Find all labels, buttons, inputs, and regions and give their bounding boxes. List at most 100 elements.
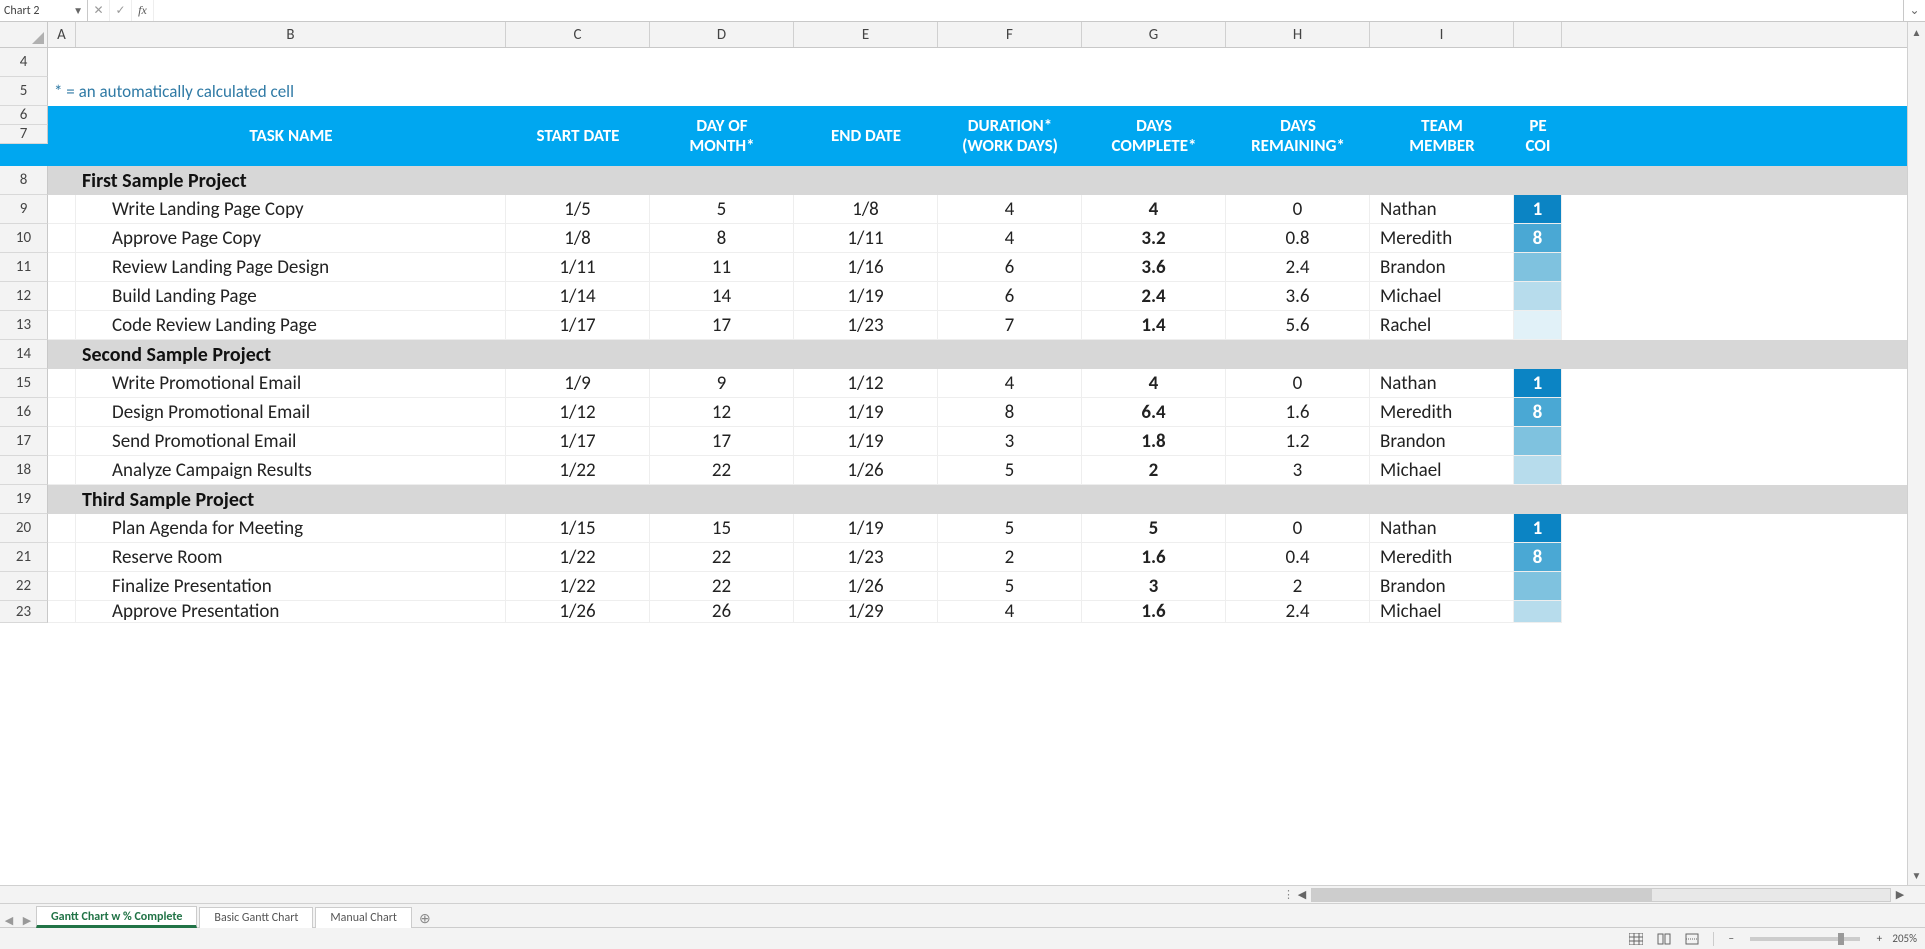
duration[interactable]: 6 xyxy=(938,253,1082,282)
start-date[interactable]: 1/14 xyxy=(506,282,650,311)
row-header-13[interactable]: 13 xyxy=(0,311,48,340)
team-member[interactable]: Nathan xyxy=(1370,369,1514,398)
day-of-month[interactable]: 22 xyxy=(650,456,794,485)
team-member[interactable]: Brandon xyxy=(1370,427,1514,456)
duration[interactable]: 5 xyxy=(938,456,1082,485)
duration[interactable]: 5 xyxy=(938,572,1082,601)
add-sheet-button[interactable]: ⊕ xyxy=(414,910,436,927)
percent-complete-cell[interactable]: 8 xyxy=(1514,543,1562,572)
task-name[interactable]: Plan Agenda for Meeting xyxy=(76,514,506,543)
day-of-month[interactable]: 14 xyxy=(650,282,794,311)
col-header-I[interactable]: I xyxy=(1370,22,1514,47)
end-date[interactable]: 1/16 xyxy=(794,253,938,282)
header-dur[interactable]: DURATION*(WORK DAYS) xyxy=(938,106,1082,166)
cell[interactable] xyxy=(1514,48,1562,77)
day-of-month[interactable]: 9 xyxy=(650,369,794,398)
page-layout-view-button[interactable] xyxy=(1653,931,1675,947)
days-complete[interactable]: 4 xyxy=(1082,369,1226,398)
task-name[interactable]: Build Landing Page xyxy=(76,282,506,311)
day-of-month[interactable]: 8 xyxy=(650,224,794,253)
start-date[interactable]: 1/26 xyxy=(506,601,650,623)
days-complete[interactable]: 3.6 xyxy=(1082,253,1226,282)
tab-nav-prev-icon[interactable]: ◀ xyxy=(0,914,18,927)
percent-complete-cell[interactable] xyxy=(1514,311,1562,340)
end-date[interactable]: 1/29 xyxy=(794,601,938,623)
end-date[interactable]: 1/11 xyxy=(794,224,938,253)
cell[interactable] xyxy=(1226,48,1370,77)
header-end[interactable]: END DATE xyxy=(794,106,938,166)
col-header-F[interactable]: F xyxy=(938,22,1082,47)
cell[interactable] xyxy=(48,485,76,514)
cell[interactable] xyxy=(506,48,650,77)
day-of-month[interactable]: 17 xyxy=(650,427,794,456)
end-date[interactable]: 1/19 xyxy=(794,282,938,311)
select-all-corner[interactable] xyxy=(0,22,48,47)
col-header-J[interactable] xyxy=(1514,22,1562,47)
day-of-month[interactable]: 5 xyxy=(650,195,794,224)
normal-view-button[interactable] xyxy=(1625,931,1647,947)
duration[interactable]: 6 xyxy=(938,282,1082,311)
col-header-H[interactable]: H xyxy=(1226,22,1370,47)
col-header-E[interactable]: E xyxy=(794,22,938,47)
start-date[interactable]: 1/22 xyxy=(506,543,650,572)
end-date[interactable]: 1/12 xyxy=(794,369,938,398)
col-header-G[interactable]: G xyxy=(1082,22,1226,47)
team-member[interactable]: Meredith xyxy=(1370,543,1514,572)
team-member[interactable]: Meredith xyxy=(1370,398,1514,427)
days-remaining[interactable]: 2.4 xyxy=(1226,253,1370,282)
duration[interactable]: 7 xyxy=(938,311,1082,340)
start-date[interactable]: 1/22 xyxy=(506,572,650,601)
percent-complete-cell[interactable] xyxy=(1514,427,1562,456)
day-of-month[interactable]: 15 xyxy=(650,514,794,543)
team-member[interactable]: Michael xyxy=(1370,282,1514,311)
sheet-tab-basic-gantt[interactable]: Basic Gantt Chart xyxy=(199,907,313,928)
project-title[interactable]: First Sample Project xyxy=(76,166,1907,195)
enter-formula-button[interactable]: ✓ xyxy=(110,0,132,21)
cell[interactable] xyxy=(1082,48,1226,77)
row-header-10[interactable]: 10 xyxy=(0,224,48,253)
days-remaining[interactable]: 0.4 xyxy=(1226,543,1370,572)
cell[interactable] xyxy=(48,572,76,601)
page-break-view-button[interactable] xyxy=(1681,931,1703,947)
cell[interactable] xyxy=(1370,48,1514,77)
row-header-14[interactable]: 14 xyxy=(0,340,48,369)
days-remaining[interactable]: 2.4 xyxy=(1226,601,1370,623)
team-member[interactable]: Nathan xyxy=(1370,195,1514,224)
day-of-month[interactable]: 11 xyxy=(650,253,794,282)
day-of-month[interactable]: 22 xyxy=(650,572,794,601)
duration[interactable]: 4 xyxy=(938,601,1082,623)
cell[interactable] xyxy=(48,514,76,543)
start-date[interactable]: 1/5 xyxy=(506,195,650,224)
team-member[interactable]: Michael xyxy=(1370,456,1514,485)
row-header-17[interactable]: 17 xyxy=(0,427,48,456)
scroll-down-icon[interactable]: ▼ xyxy=(1908,865,1925,885)
row-header-7[interactable]: 7 xyxy=(0,125,48,144)
end-date[interactable]: 1/8 xyxy=(794,195,938,224)
header-drem[interactable]: DAYSREMAINING* xyxy=(1226,106,1370,166)
zoom-out-button[interactable]: − xyxy=(1724,932,1738,945)
days-complete[interactable]: 2.4 xyxy=(1082,282,1226,311)
col-header-D[interactable]: D xyxy=(650,22,794,47)
end-date[interactable]: 1/19 xyxy=(794,514,938,543)
row-header-5[interactable]: 5 xyxy=(0,77,48,106)
days-complete[interactable]: 3 xyxy=(1082,572,1226,601)
row-header-16[interactable]: 16 xyxy=(0,398,48,427)
formula-input[interactable] xyxy=(154,0,1903,21)
task-name[interactable]: Finalize Presentation xyxy=(76,572,506,601)
cell[interactable] xyxy=(48,543,76,572)
team-member[interactable]: Nathan xyxy=(1370,514,1514,543)
day-of-month[interactable]: 12 xyxy=(650,398,794,427)
days-remaining[interactable]: 1.2 xyxy=(1226,427,1370,456)
days-complete[interactable]: 6.4 xyxy=(1082,398,1226,427)
days-complete[interactable]: 4 xyxy=(1082,195,1226,224)
col-header-A[interactable]: A xyxy=(48,22,76,47)
task-name[interactable]: Code Review Landing Page xyxy=(76,311,506,340)
task-name[interactable]: Write Promotional Email xyxy=(76,369,506,398)
sheet-tab-manual-chart[interactable]: Manual Chart xyxy=(315,907,412,928)
start-date[interactable]: 1/12 xyxy=(506,398,650,427)
row-header-8[interactable]: 8 xyxy=(0,166,48,195)
duration[interactable]: 3 xyxy=(938,427,1082,456)
insert-function-button[interactable]: fx xyxy=(132,0,154,21)
task-name[interactable]: Review Landing Page Design xyxy=(76,253,506,282)
days-complete[interactable]: 3.2 xyxy=(1082,224,1226,253)
